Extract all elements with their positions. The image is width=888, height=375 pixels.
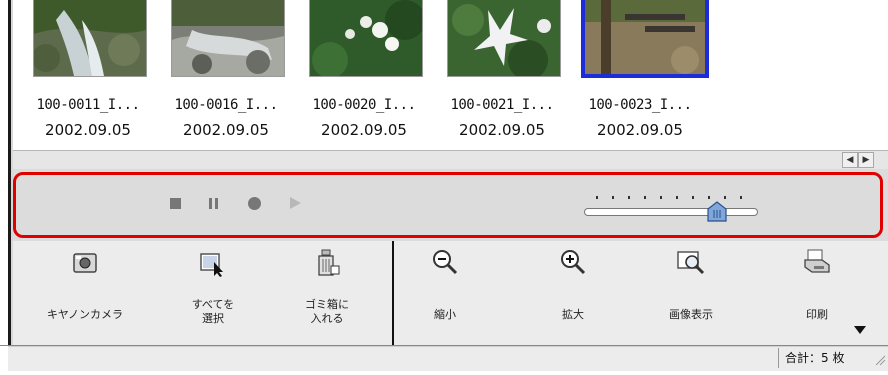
- toolbar-label-line1: すべてを: [191, 298, 235, 311]
- thumbnail-image[interactable]: [581, 0, 709, 78]
- thumbnail-image[interactable]: [33, 0, 147, 77]
- camera-icon: [70, 248, 100, 278]
- toolbar-label: キヤノンカメラ: [46, 308, 124, 321]
- toolbar-label-line2: 入れる: [310, 312, 344, 325]
- thumbnail-item[interactable]: 100-0016_I... 2002.09.05: [157, 0, 295, 148]
- thumbnail-image[interactable]: [447, 0, 561, 77]
- status-bar: [8, 346, 888, 371]
- zoom-out-icon: [430, 248, 460, 278]
- toolbar-label-line2: 選択: [202, 312, 224, 325]
- thumbnail-strip: 100-0011_I... 2002.09.05 100-0016_I... 2…: [13, 0, 888, 150]
- thumbnail-date: 2002.09.05: [597, 121, 683, 139]
- arrow-left-icon[interactable]: ◀: [842, 152, 858, 168]
- thumbnail-filename: 100-0016_I...: [174, 97, 278, 113]
- thumbnail-filename: 100-0020_I...: [312, 97, 416, 113]
- toolbar-label: 印刷: [806, 308, 828, 321]
- thumbnail-item[interactable]: 100-0020_I... 2002.09.05: [295, 0, 433, 148]
- thumbnail-item[interactable]: 100-0011_I... 2002.09.05: [19, 0, 157, 148]
- toolbar-label: 拡大: [562, 308, 584, 321]
- print-icon: [802, 248, 832, 278]
- thumbnail-item-selected[interactable]: 100-0023_I... 2002.09.05: [571, 0, 709, 148]
- thumbnail-image[interactable]: [309, 0, 423, 77]
- browser-window: 100-0011_I... 2002.09.05 100-0016_I... 2…: [0, 0, 888, 375]
- resize-grip-icon[interactable]: [874, 350, 886, 366]
- thumbnail-filename: 100-0021_I...: [450, 97, 554, 113]
- thumbnail-date: 2002.09.05: [45, 121, 131, 139]
- thumbnail-date: 2002.09.05: [321, 121, 407, 139]
- toolbar-label-line1: ゴミ箱に: [305, 298, 349, 311]
- total-count: 合計：5 枚: [778, 348, 872, 368]
- toolbar-label: 縮小: [434, 308, 456, 321]
- highlight-box: [13, 172, 883, 238]
- thumbnail-date: 2002.09.05: [459, 121, 545, 139]
- dropdown-triangle-icon[interactable]: [854, 326, 866, 334]
- thumbnail-filename: 100-0011_I...: [36, 97, 140, 113]
- select-all-icon: [198, 248, 228, 278]
- toolbar-label: 画像表示: [669, 308, 713, 321]
- trash-icon: [312, 248, 342, 278]
- horizontal-scrollbar[interactable]: [13, 150, 888, 169]
- thumbnail-date: 2002.09.05: [183, 121, 269, 139]
- thumbnail-image[interactable]: [171, 0, 285, 77]
- arrow-right-icon[interactable]: ▶: [858, 152, 874, 168]
- zoom-in-icon: [558, 248, 588, 278]
- thumbnail-filename: 100-0023_I...: [588, 97, 692, 113]
- view-image-icon: [676, 248, 706, 278]
- thumbnail-item[interactable]: 100-0021_I... 2002.09.05: [433, 0, 571, 148]
